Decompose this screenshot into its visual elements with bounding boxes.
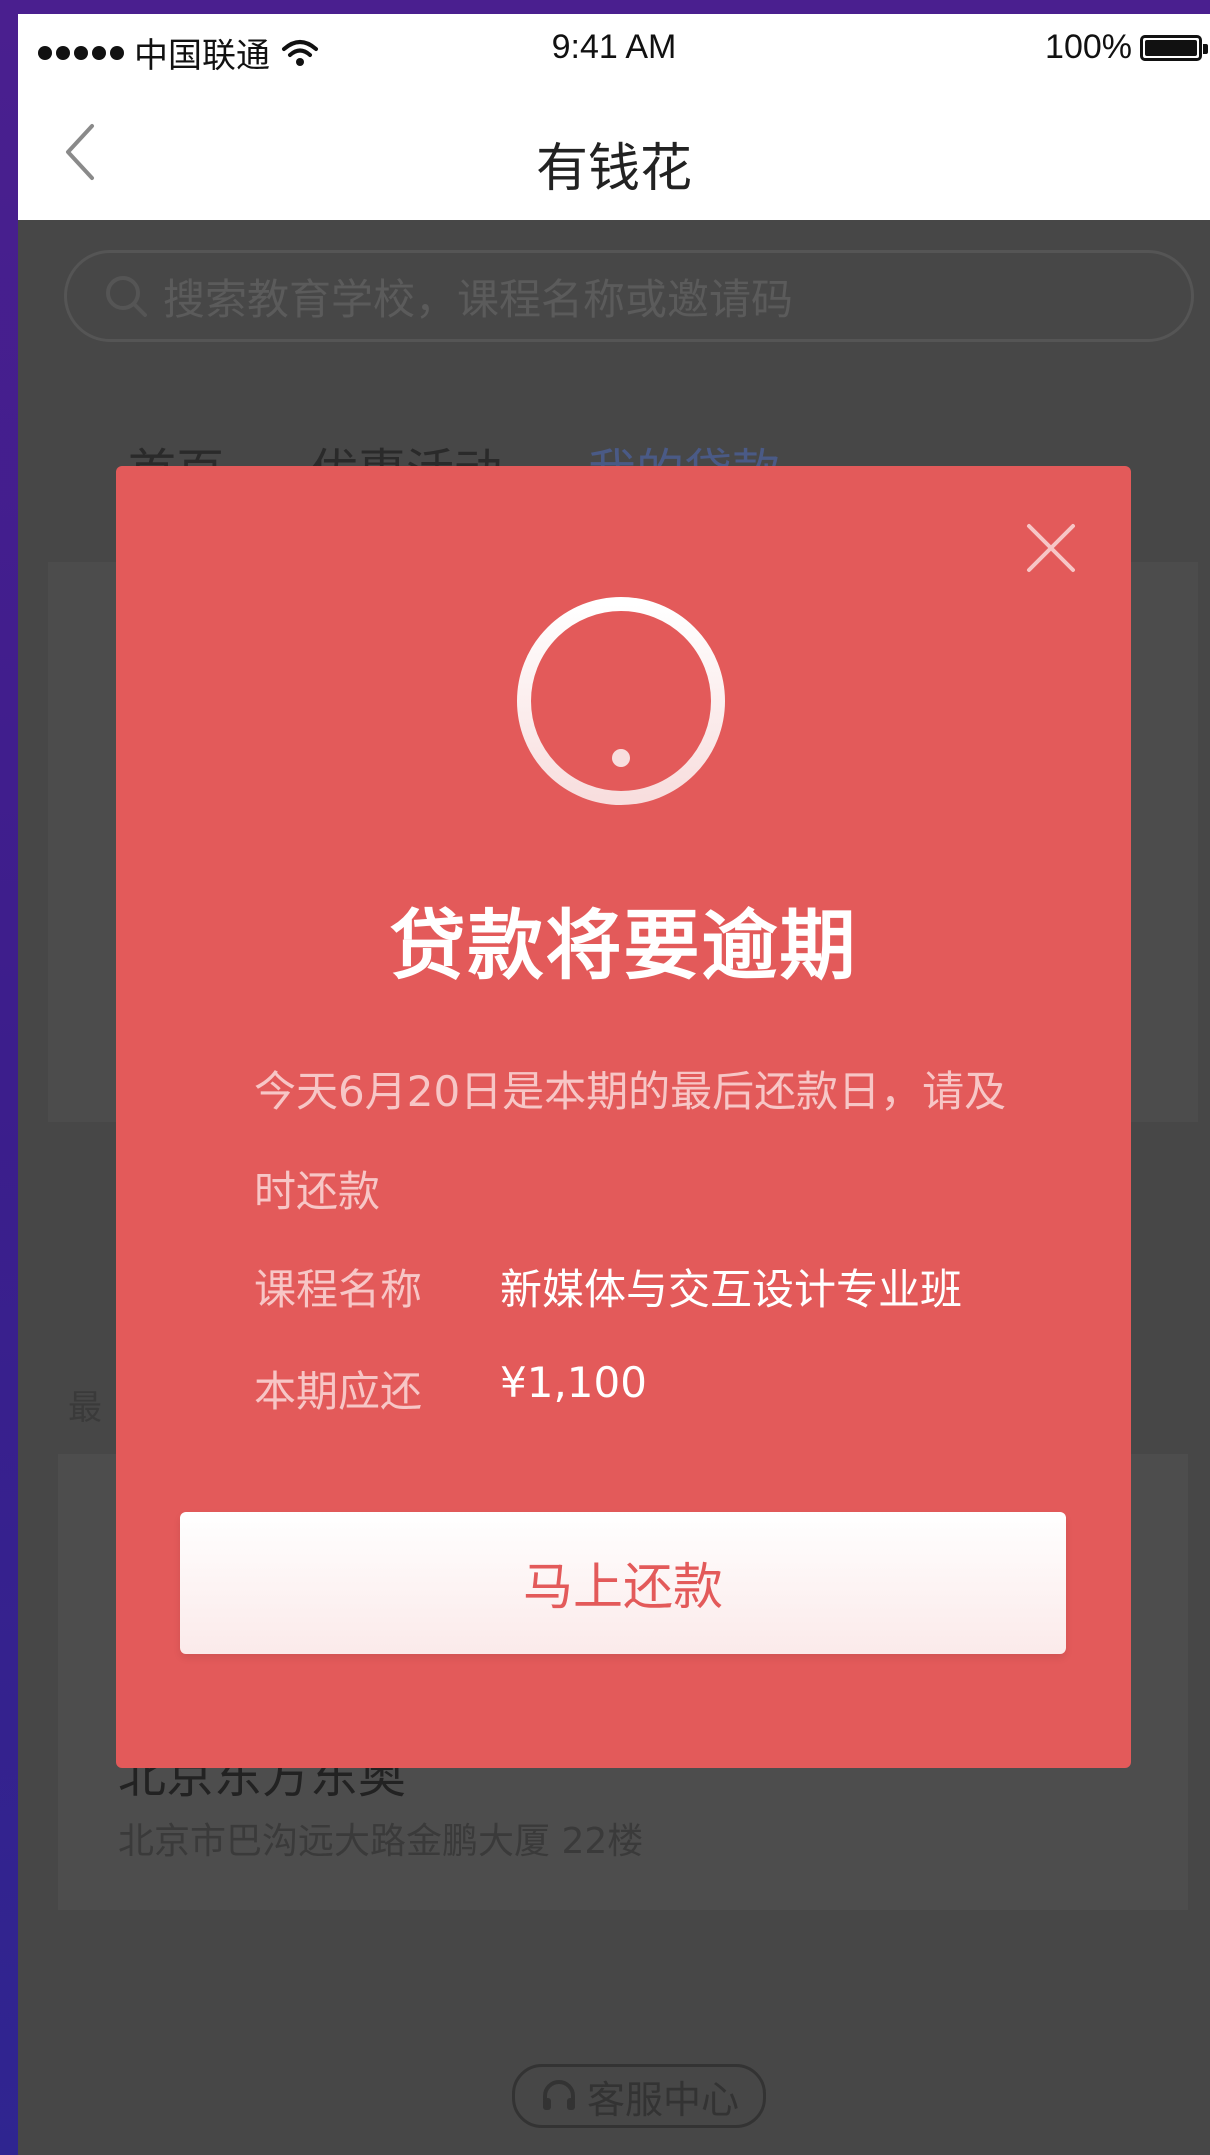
section-label: 最 <box>68 1388 102 1428</box>
page-title: 有钱花 <box>535 139 692 199</box>
status-bar: 中国联通 9:41 AM 100% <box>18 14 1210 86</box>
battery-percent: 100% <box>1045 28 1132 66</box>
course-value: 新媒体与交互设计专业班 <box>500 1265 963 1314</box>
battery-icon <box>1140 34 1208 61</box>
course-label: 课程名称 <box>254 1265 423 1314</box>
navigation-bar: 中国联通 9:41 AM 100% 有钱花 <box>18 14 1210 220</box>
status-right: 100% <box>1045 28 1208 67</box>
headset-icon <box>543 2080 575 2110</box>
dialog-title: 贷款将要逾期 <box>389 901 858 990</box>
amount-row: 本期应还 ¥1,100 <box>254 1358 647 1419</box>
course-row: 课程名称 新媒体与交互设计专业班 <box>254 1256 962 1317</box>
amount-label: 本期应还 <box>254 1367 423 1416</box>
pay-now-button[interactable]: 马上还款 <box>180 1512 1066 1654</box>
exclamation-circle-icon <box>517 597 725 805</box>
customer-service-button[interactable]: 客服中心 <box>512 2064 767 2128</box>
phone-screen: 中国联通 9:41 AM 100% 有钱花 搜索教育学校，课程名称或邀请码 最 … <box>18 14 1210 2155</box>
search-icon <box>106 276 147 317</box>
search-placeholder: 搜索教育学校，课程名称或邀请码 <box>163 274 794 324</box>
overdue-warning-dialog: 贷款将要逾期 今天6月20日是本期的最后还款日，请及时还款 课程名称 新媒体与交… <box>116 466 1131 1768</box>
amount-value: ¥1,100 <box>500 1358 647 1407</box>
customer-service-label: 客服中心 <box>587 2077 740 2122</box>
status-time: 9:41 AM <box>551 28 677 66</box>
search-input[interactable]: 搜索教育学校，课程名称或邀请码 <box>64 250 1194 342</box>
close-icon[interactable] <box>1025 522 1077 574</box>
list-item-address: 北京市巴沟远大路金鹏大厦 22楼 <box>118 1821 644 1862</box>
dialog-message: 今天6月20日是本期的最后还款日，请及时还款 <box>254 1067 1007 1216</box>
